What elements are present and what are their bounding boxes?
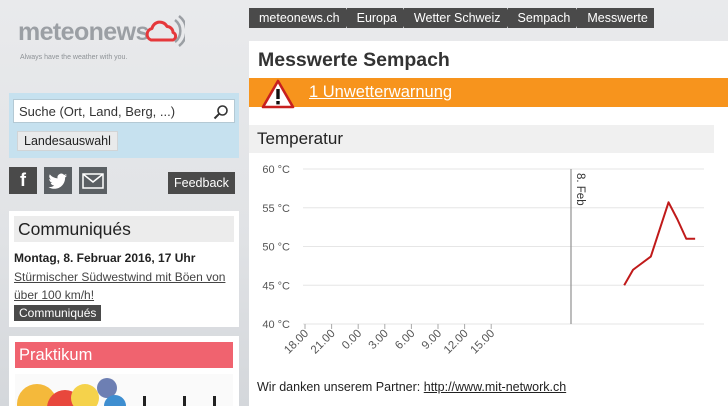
x-tick-label: 9.00 [420,328,444,352]
breadcrumb-item-home[interactable]: meteonews.ch [249,8,351,28]
praktikum-title[interactable]: Praktikum [15,342,233,368]
cloud-signal-icon [145,15,185,47]
warning-triangle-icon [261,79,295,109]
y-tick-label: 45 °C [262,280,290,292]
temperature-chart: 60 °C 55 °C 50 °C 45 °C 40 °C18.0021.00 0.00 3… [262,164,704,357]
x-tick-label: 3.00 [367,328,391,352]
feedback-button[interactable]: Feedback [168,172,235,194]
mail-icon[interactable] [79,167,107,194]
x-tick-label: 6.00 [393,328,417,352]
communique-headline-link[interactable]: Stürmischer Südwestwind mit Böen von übe… [14,268,232,304]
country-select-button[interactable]: Landesauswahl [17,131,118,151]
partner-credit: Wir danken unserem Partner: http://www.m… [257,380,566,394]
communiques-panel: Communiqués Montag, 8. Februar 2016, 17 … [9,211,239,327]
partner-link[interactable]: http://www.mit-network.ch [424,380,566,394]
warning-link[interactable]: 1 Unwetterwarnung [309,83,452,102]
search-panel: Landesauswahl [9,93,239,158]
communiques-title: Communiqués [14,216,234,242]
main-content: Messwerte Sempach 1 Unwetterwarnung Temp… [249,41,728,406]
logo-wordmark: meteonews [18,18,149,46]
logo-tagline: Always have the weather with you. [20,54,128,61]
communiques-button[interactable]: Communiqués [14,305,102,321]
y-tick-label: 40 °C [262,319,290,331]
page-title: Messwerte Sempach [258,49,450,71]
warning-banner: 1 Unwetterwarnung [249,78,728,109]
breadcrumb-item-sempach[interactable]: Sempach [507,8,582,28]
twitter-icon[interactable] [44,167,72,194]
x-tick-label: 0.00 [340,328,364,352]
facebook-icon[interactable]: f [9,167,37,194]
search-input[interactable] [13,99,235,123]
breadcrumb-item-europa[interactable]: Europa [346,8,409,28]
y-tick-label: 55 °C [262,203,290,215]
day-marker-label: 8. Feb [574,173,586,206]
meteonews-logo[interactable]: meteonews Always have the weather with y… [18,14,185,64]
breadcrumb-item-messwerte[interactable]: Messwerte [577,8,654,28]
temperature-series-line [623,201,696,286]
breadcrumb: meteonews.ch Europa Wetter Schweiz Sempa… [249,8,655,28]
y-tick-label: 50 °C [262,242,290,254]
partner-prefix: Wir danken unserem Partner: [257,380,421,394]
y-tick-label: 60 °C [262,164,290,176]
x-tick-label: 15.00 [468,328,497,357]
praktikum-panel: Praktikum [9,336,239,406]
x-tick-label: 21.00 [309,328,338,357]
temperature-section: Temperatur 60 °C 55 °C 50 °C 45 °C 40 °C 18.0… [249,121,728,406]
twitter-bird-icon [48,173,67,189]
communique-date: Montag, 8. Februar 2016, 17 Uhr [14,251,196,265]
breadcrumb-item-wetter-schweiz[interactable]: Wetter Schweiz [403,8,512,28]
temperature-title: Temperatur [249,125,714,153]
praktikum-image[interactable] [15,374,233,406]
x-tick-label: 18.00 [282,328,311,357]
search-icon[interactable] [213,104,229,120]
envelope-icon [82,172,104,189]
x-tick-label: 12.00 [442,328,471,357]
